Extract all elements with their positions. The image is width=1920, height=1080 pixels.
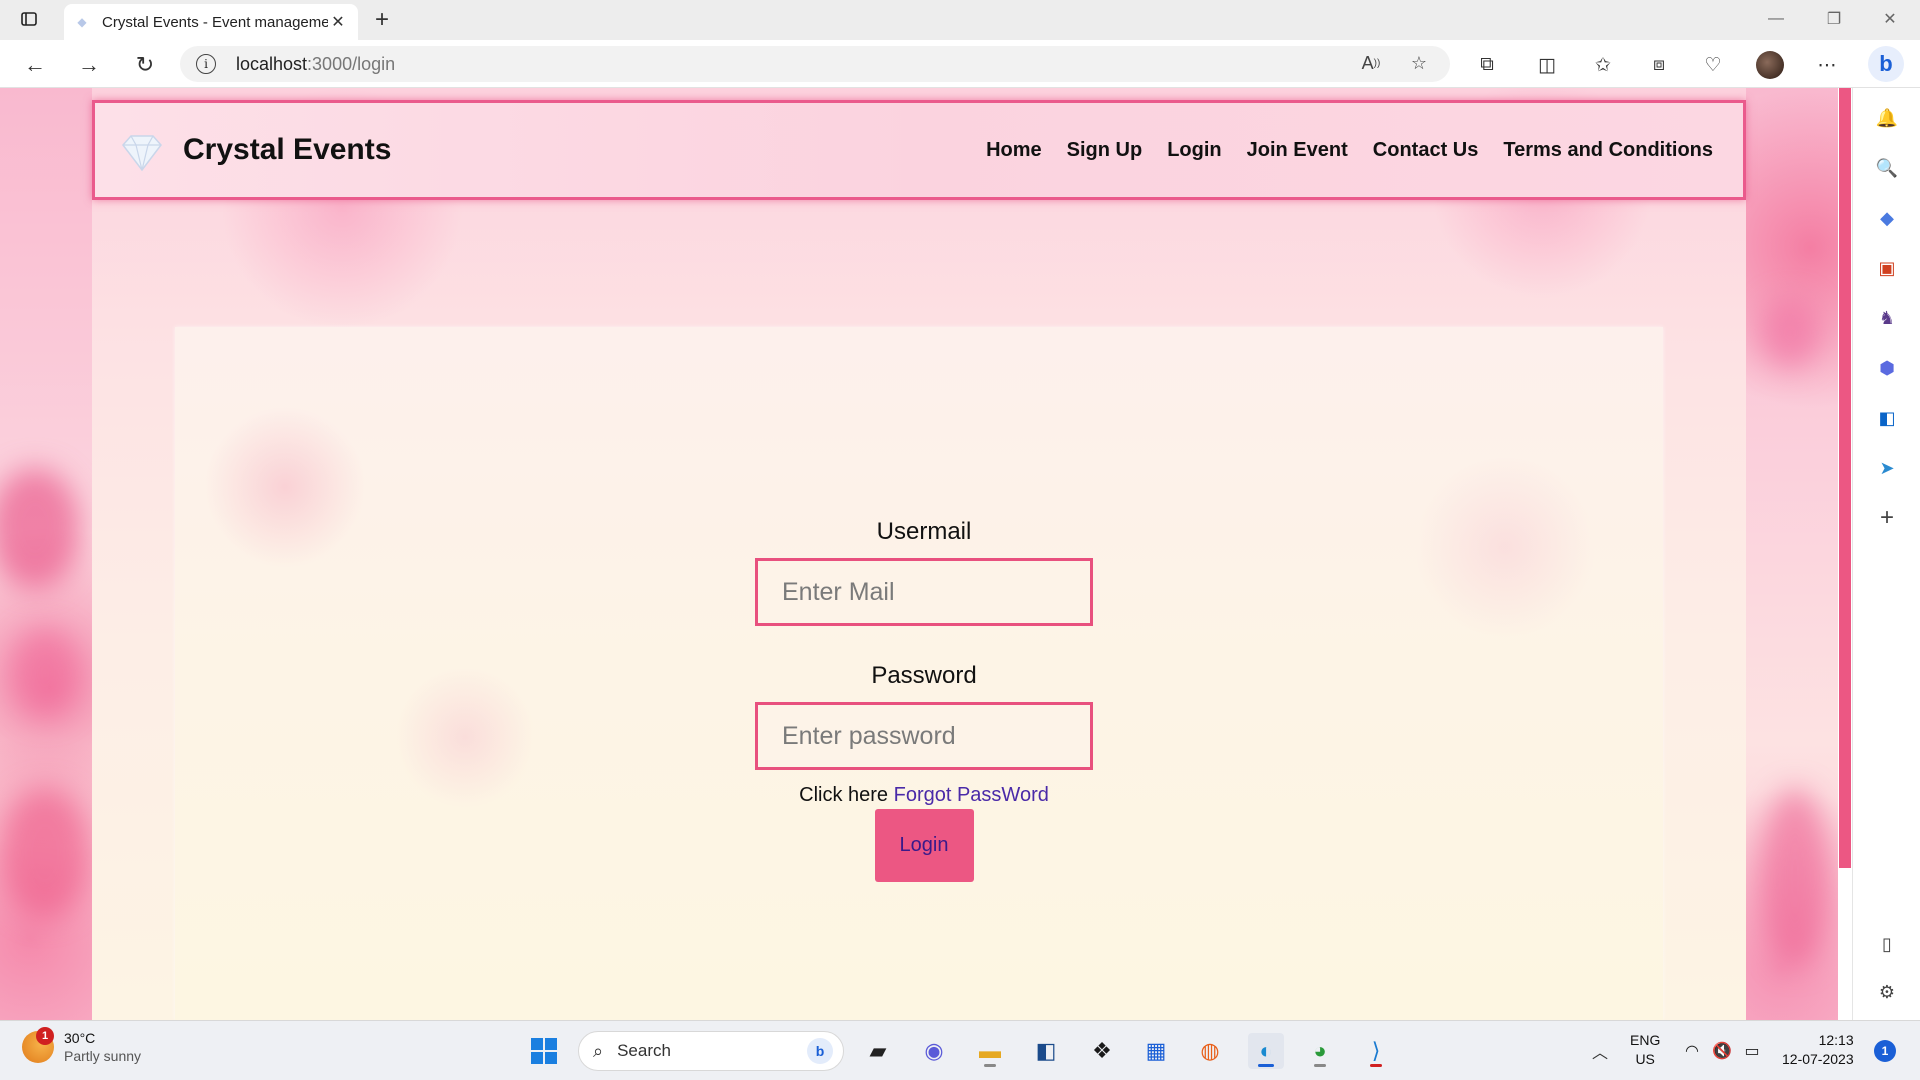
forgot-password-row: Click here Forgot PassWord <box>755 784 1093 807</box>
forgot-password-link[interactable]: Forgot PassWord <box>894 784 1049 806</box>
nav-terms-link[interactable]: Terms and Conditions <box>1503 139 1713 162</box>
browser-tab-bar: ◆ Crystal Events - Event manageme ✕ + — … <box>0 0 1920 40</box>
nav-login-link[interactable]: Login <box>1167 139 1221 162</box>
scrollbar-thumb[interactable] <box>1839 88 1851 868</box>
lang-bottom: US <box>1635 1051 1655 1067</box>
site-navbar: Crystal Events Home Sign Up Login Join E… <box>92 100 1746 200</box>
browser-essentials-icon[interactable]: ♡ <box>1698 50 1728 80</box>
dropbox-icon[interactable]: ❖ <box>1084 1033 1120 1069</box>
split-screen-icon[interactable]: ◫ <box>1532 50 1562 80</box>
weather-temp: 30°C <box>64 1030 96 1046</box>
flower-decoration <box>0 468 80 588</box>
close-window-icon[interactable]: ✕ <box>1870 4 1910 34</box>
weather-desc: Partly sunny <box>64 1048 142 1064</box>
sidebar-settings-gear-icon[interactable]: ⚙ <box>1871 976 1903 1008</box>
flower-decoration <box>1760 298 1820 368</box>
more-options-icon[interactable]: ⋯ <box>1812 50 1842 80</box>
url-field[interactable]: i localhost:3000/login <box>180 46 1450 82</box>
minimize-icon[interactable]: — <box>1756 4 1796 34</box>
forward-icon[interactable]: → <box>74 50 104 80</box>
flower-decoration <box>10 628 80 718</box>
lang-top: ENG <box>1630 1032 1661 1048</box>
tab-title: Crystal Events - Event manageme <box>102 13 328 31</box>
flower-decoration <box>1760 788 1830 968</box>
language-indicator[interactable]: ENG US <box>1630 1031 1660 1069</box>
games-icon[interactable]: ♞ <box>1871 302 1903 334</box>
brand-title[interactable]: Crystal Events <box>183 133 391 167</box>
profile-avatar[interactable] <box>1756 51 1784 79</box>
extensions-icon[interactable]: ⧉ <box>1472 50 1502 80</box>
file-explorer-icon[interactable]: ▬ <box>972 1033 1008 1069</box>
clock-time: 12:13 <box>1818 1032 1854 1048</box>
weather-badge: 1 <box>36 1027 54 1045</box>
battery-icon[interactable]: ▭ <box>1734 1033 1770 1069</box>
favorite-star-icon[interactable]: ☆ <box>1404 48 1434 78</box>
forgot-prefix-text: Click here <box>799 784 894 806</box>
terminal-app-icon[interactable]: ◧ <box>1028 1033 1064 1069</box>
bing-search-icon: b <box>807 1038 833 1064</box>
address-toolbar: ← → ↻ i localhost:3000/login A)) ☆ <box>0 40 1920 88</box>
restore-icon[interactable]: ❐ <box>1814 4 1854 34</box>
weather-widget[interactable]: 1 30°C Partly sunny <box>22 1027 142 1065</box>
url-path: :3000/login <box>307 53 396 74</box>
windows-start-icon[interactable] <box>526 1033 562 1069</box>
task-view-icon[interactable]: ▰ <box>860 1033 896 1069</box>
new-tab-icon[interactable]: + <box>368 6 396 34</box>
drop-send-icon[interactable]: ➤ <box>1871 452 1903 484</box>
email-label: Usermail <box>876 518 972 545</box>
taskbar-search[interactable]: ⌕ Search b <box>578 1031 844 1071</box>
vscode-icon[interactable]: ⟩ <box>1358 1033 1394 1069</box>
bing-copilot-icon[interactable]: b <box>1868 46 1904 82</box>
login-form: Usermail Password Click here Forgot Pass… <box>755 518 1093 882</box>
search-icon: ⌕ <box>593 1040 604 1061</box>
nav-join-event-link[interactable]: Join Event <box>1247 139 1348 162</box>
favorites-icon[interactable]: ✩ <box>1588 50 1618 80</box>
login-button[interactable]: Login <box>874 809 974 882</box>
diamond-favicon-icon: ◆ <box>77 15 87 29</box>
email-field[interactable] <box>755 558 1093 626</box>
taskbar-search-label: Search <box>617 1041 671 1060</box>
url-host: localhost <box>236 53 308 74</box>
microsoft-365-icon[interactable]: ⬢ <box>1871 352 1903 384</box>
edge-sidebar: 🔔 🔍 ◆ ▣ ♞ ⬢ ◧ ➤ + ▯ ⚙ <box>1852 88 1920 1020</box>
microsoft-store-icon[interactable]: ▦ <box>1138 1033 1174 1069</box>
nav-contact-link[interactable]: Contact Us <box>1373 139 1479 162</box>
add-sidebar-app-icon[interactable]: + <box>1871 502 1903 534</box>
partly-sunny-icon: 1 <box>22 1027 54 1063</box>
browser-tab-active[interactable]: ◆ Crystal Events - Event manageme ✕ <box>64 4 358 40</box>
sidebar-layout-icon[interactable]: ▯ <box>1871 928 1903 960</box>
diamond-logo-icon <box>122 135 162 172</box>
search-icon[interactable]: 🔍 <box>1871 152 1903 184</box>
collections-icon[interactable]: ⧈ <box>1644 50 1674 80</box>
tab-actions-icon[interactable] <box>16 6 42 32</box>
windows-taskbar: 1 30°C Partly sunny ⌕ Search b ▰ ◉ ▬ ◧ ❖… <box>0 1020 1920 1080</box>
notifications-bell-icon[interactable]: 🔔 <box>1871 102 1903 134</box>
clock-date: 12-07-2023 <box>1782 1051 1854 1067</box>
outlook-icon[interactable]: ◧ <box>1871 402 1903 434</box>
site-info-icon[interactable]: i <box>196 54 216 74</box>
page-scrollbar[interactable] <box>1838 88 1852 1020</box>
password-field[interactable] <box>755 702 1093 770</box>
nav-signup-link[interactable]: Sign Up <box>1067 139 1143 162</box>
nav-home-link[interactable]: Home <box>986 139 1042 162</box>
show-hidden-icons-chevron-icon[interactable]: ︿ <box>1582 1033 1618 1069</box>
shopping-tag-icon[interactable]: ◆ <box>1871 202 1903 234</box>
tools-briefcase-icon[interactable]: ▣ <box>1871 252 1903 284</box>
password-label: Password <box>871 662 977 689</box>
nav-menu: Home Sign Up Login Join Event Contact Us… <box>986 139 1713 162</box>
firefox-icon[interactable]: ◍ <box>1192 1033 1228 1069</box>
notification-count-badge[interactable]: 1 <box>1874 1040 1896 1062</box>
edge-browser-icon[interactable]: ◐ <box>1248 1033 1284 1069</box>
teams-chat-icon[interactable]: ◉ <box>916 1033 952 1069</box>
back-icon[interactable]: ← <box>20 50 50 80</box>
clock[interactable]: 12:13 12-07-2023 <box>1782 1031 1854 1069</box>
read-aloud-icon[interactable]: A)) <box>1356 48 1386 78</box>
page-viewport: Crystal Events Home Sign Up Login Join E… <box>0 88 1838 1020</box>
chrome-icon[interactable]: ◕ <box>1302 1033 1338 1069</box>
refresh-icon[interactable]: ↻ <box>130 50 160 80</box>
close-tab-icon[interactable]: ✕ <box>328 12 348 32</box>
flower-decoration <box>0 788 90 918</box>
